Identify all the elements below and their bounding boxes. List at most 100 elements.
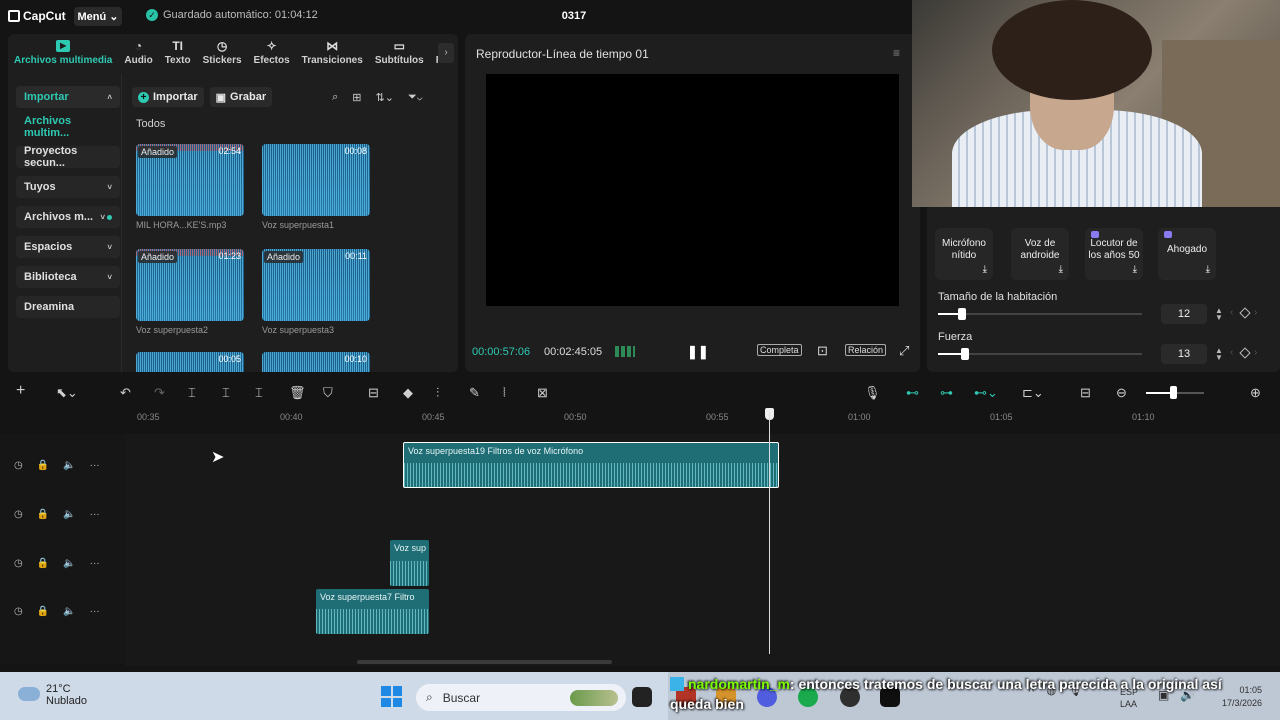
keyframe-icon[interactable] <box>1239 307 1251 319</box>
media-item[interactable]: Añadido 01:23 Voz superpuesta2 <box>136 249 244 335</box>
tab-effects[interactable]: ✧ Efectos <box>248 34 296 72</box>
media-item[interactable]: 00:10 <box>262 352 370 372</box>
shield-icon[interactable]: ⛉ <box>323 385 333 401</box>
stepper-icon[interactable]: ▲ ▼ <box>1215 307 1223 322</box>
stepper-icon[interactable]: ▲ ▼ <box>1215 347 1223 362</box>
add-track-icon[interactable]: + <box>16 382 25 400</box>
weather-widget[interactable]: 21°C Nublado <box>18 683 87 707</box>
speaker-icon[interactable]: 🔈 <box>63 606 75 617</box>
tab-media[interactable]: ▶ Archivos multimedia <box>8 34 118 72</box>
record-button[interactable]: ▣ Grabar <box>209 87 273 107</box>
mute-clock-icon[interactable]: ◷ <box>14 558 23 569</box>
freeze-icon[interactable]: ⊟ <box>368 385 379 401</box>
playhead[interactable] <box>769 412 770 654</box>
next-keyframe-icon[interactable]: › <box>1254 347 1257 358</box>
download-icon[interactable]: ⤓ <box>983 264 987 276</box>
timeline-clip[interactable]: Voz superpuesta7 Filtro <box>316 589 429 634</box>
room-size-input[interactable]: 12 <box>1161 304 1207 324</box>
prev-keyframe-icon[interactable]: ‹ <box>1230 307 1233 318</box>
media-item[interactable]: 00:08 Voz superpuesta1 <box>262 144 370 230</box>
select-tool-icon[interactable]: ⬉⌄ <box>56 385 78 401</box>
tab-audio[interactable]: ◔ Audio <box>118 34 158 72</box>
linkage-icon[interactable]: ⊷⌄ <box>974 385 998 401</box>
tab-text[interactable]: TI Texto <box>159 34 197 72</box>
keyframe-icon[interactable] <box>1239 347 1251 359</box>
mute-clock-icon[interactable]: ◷ <box>14 509 23 520</box>
tabs-next-button[interactable]: › <box>438 43 454 63</box>
more-icon[interactable]: ··· <box>90 509 100 520</box>
grid-view-icon[interactable]: ⊞ <box>348 91 365 104</box>
sidebar-item-importar[interactable]: Importar ˄ <box>16 86 120 108</box>
split-icon[interactable]: ⌶ <box>188 385 196 401</box>
more-icon[interactable]: ··· <box>90 460 100 471</box>
prev-keyframe-icon[interactable]: ‹ <box>1230 347 1233 358</box>
sidebar-item-tuyos[interactable]: Tuyos ˅ <box>16 176 120 198</box>
voice-card-ahogado[interactable]: Ahogado ⤓ <box>1158 228 1216 280</box>
adjust-icon[interactable]: ⫶ <box>436 385 439 401</box>
speaker-icon[interactable]: 🔈 <box>63 460 75 471</box>
marker-icon[interactable]: ◆ <box>403 385 413 401</box>
zoom-slider-handle[interactable] <box>1170 386 1177 399</box>
sidebar-item-proyectos-secundarios[interactable]: Proyectos secun... <box>16 145 120 169</box>
sidebar-item-espacios[interactable]: Espacios ˅ <box>16 236 120 258</box>
download-icon[interactable]: ⤓ <box>1059 264 1063 276</box>
media-item[interactable]: Añadido 00:11 Voz superpuesta3 <box>262 249 370 335</box>
delete-icon[interactable]: 🗑 <box>289 385 306 401</box>
timeline-clip[interactable]: Voz sup <box>390 540 429 586</box>
sidebar-item-archivos-multimedia[interactable]: Archivos multim... <box>16 115 120 139</box>
filter-icon[interactable]: ⏷⌄ <box>404 91 427 104</box>
magic-icon[interactable]: ✎ <box>469 385 480 401</box>
more-icon[interactable]: ··· <box>90 558 100 569</box>
next-keyframe-icon[interactable]: › <box>1254 307 1257 318</box>
caption-icon[interactable]: ⊟ <box>1080 385 1091 401</box>
windows-start-icon[interactable] <box>381 686 402 707</box>
lock-icon[interactable]: 🔒 <box>37 509 49 520</box>
lock-icon[interactable]: 🔒 <box>37 558 49 569</box>
zoom-in-icon[interactable]: ⊕ <box>1250 385 1261 401</box>
video-preview[interactable] <box>486 74 899 306</box>
room-size-slider-handle[interactable] <box>958 308 966 320</box>
split-left-icon[interactable]: ⌶ <box>222 385 230 401</box>
aspect-ratio-button[interactable]: Relación <box>845 344 887 356</box>
screenshot-icon[interactable]: ⊡ <box>817 343 828 359</box>
voice-card-microfono-nitido[interactable]: Micrófono nítido ⤓ <box>935 228 993 280</box>
pause-button[interactable]: ❚❚ <box>687 344 709 360</box>
microphone-icon[interactable]: 🎙 <box>864 385 881 401</box>
horizontal-scrollbar[interactable] <box>357 660 612 664</box>
lock-icon[interactable]: 🔒 <box>37 606 49 617</box>
tab-stickers[interactable]: ◷ Stickers <box>197 34 248 72</box>
zoom-out-icon[interactable]: ⊖ <box>1116 385 1127 401</box>
sidebar-item-biblioteca[interactable]: Biblioteca ˅ <box>16 266 120 288</box>
mute-clock-icon[interactable]: ◷ <box>14 460 23 471</box>
strength-input[interactable]: 13 <box>1161 344 1207 364</box>
download-icon[interactable]: ⤓ <box>1133 264 1137 276</box>
link-icon[interactable]: ⊷ <box>906 385 919 401</box>
voice-card-locutor-50[interactable]: Locutor de los años 50 ⤓ <box>1085 228 1143 280</box>
undo-icon[interactable]: ↶ <box>120 385 131 401</box>
crop-icon[interactable]: ⊠ <box>537 385 548 401</box>
voice-card-voz-androide[interactable]: Voz de androide ⤓ <box>1011 228 1069 280</box>
media-item[interactable]: Añadido 02:54 MIL HORA...KE'S.mp3 <box>136 144 244 230</box>
timeline-ruler[interactable]: 00:35 00:40 00:45 00:50 00:55 01:00 01:0… <box>125 408 1280 426</box>
download-icon[interactable]: ⤓ <box>1206 264 1210 276</box>
split-right-icon[interactable]: ⌶ <box>255 385 263 401</box>
mute-clock-icon[interactable]: ◷ <box>14 606 23 617</box>
sidebar-item-dreamina[interactable]: Dreamina <box>16 296 120 318</box>
lock-icon[interactable]: 🔒 <box>37 460 49 471</box>
room-size-slider[interactable] <box>938 313 1142 315</box>
taskbar-search[interactable]: ⌕ Buscar <box>416 684 626 711</box>
tab-transitions[interactable]: ⋈ Transiciones <box>296 34 369 72</box>
tab-subtitles[interactable]: ▭ Subtítulos <box>369 34 430 72</box>
search-icon[interactable]: ⌕ <box>328 91 342 104</box>
magnet-icon[interactable]: ⊶ <box>940 385 953 401</box>
more-icon[interactable]: ··· <box>90 606 100 617</box>
menu-icon[interactable]: ≡ <box>893 46 900 60</box>
audio-split-icon[interactable]: ⦚ <box>503 385 506 401</box>
sort-icon[interactable]: ⇅⌄ <box>372 91 398 104</box>
redo-icon[interactable]: ↷ <box>154 385 165 401</box>
speaker-icon[interactable]: 🔈 <box>63 509 75 520</box>
task-view-icon[interactable] <box>632 687 652 707</box>
fullscreen-icon[interactable]: ⤢ <box>899 343 909 359</box>
full-quality-button[interactable]: Completa <box>757 344 802 356</box>
preview-axis-icon[interactable]: ⊏⌄ <box>1022 385 1044 401</box>
